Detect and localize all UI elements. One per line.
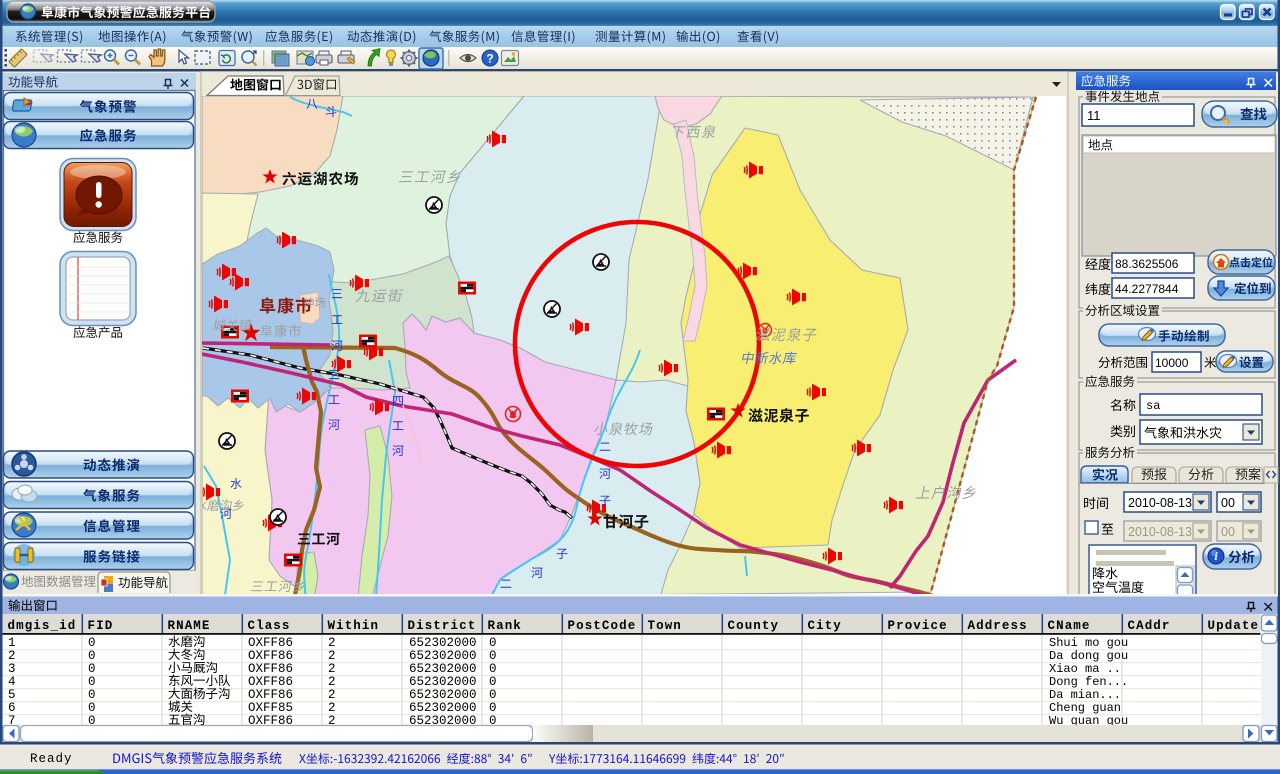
svg-text:3: 3 [8, 662, 16, 676]
svg-text:2010-08-13: 2010-08-13 [1128, 525, 1192, 539]
svg-text:0: 0 [489, 636, 497, 650]
svg-text:District: District [408, 619, 477, 633]
svg-text:Dong fen...: Dong fen... [1049, 675, 1128, 689]
svg-text:10000: 10000 [1155, 356, 1189, 370]
svg-text:Shui mo gou: Shui mo gou [1049, 636, 1128, 650]
svg-text:0: 0 [88, 675, 96, 689]
svg-text:Address: Address [968, 619, 1028, 633]
svg-text:OXFF85: OXFF85 [248, 701, 293, 715]
svg-text:0: 0 [88, 701, 96, 715]
svg-text:Town: Town [648, 619, 682, 633]
svg-text:Da dong gou: Da dong gou [1049, 649, 1128, 663]
svg-text:2: 2 [8, 649, 16, 663]
svg-text:?: ? [486, 52, 493, 66]
svg-text:44.2277844: 44.2277844 [1115, 282, 1179, 296]
svg-text:652302000: 652302000 [409, 636, 477, 650]
svg-text:652302000: 652302000 [409, 662, 477, 676]
svg-text:6: 6 [8, 701, 16, 715]
svg-text:FID: FID [88, 619, 114, 633]
svg-text:00: 00 [1221, 496, 1235, 510]
svg-text:Provice: Provice [888, 619, 948, 633]
svg-text:CAddr: CAddr [1128, 619, 1171, 633]
svg-text:OXFF86: OXFF86 [248, 688, 293, 702]
svg-text:Class: Class [248, 619, 291, 633]
svg-text:Ready: Ready [30, 752, 73, 766]
svg-text:2: 2 [328, 662, 336, 676]
svg-text:0: 0 [489, 662, 497, 676]
svg-text:0: 0 [489, 688, 497, 702]
svg-text:2: 2 [328, 688, 336, 702]
svg-text:OXFF86: OXFF86 [248, 662, 293, 676]
svg-text:0: 0 [489, 675, 497, 689]
svg-text:88.3625506: 88.3625506 [1115, 257, 1179, 271]
svg-text:652302000: 652302000 [409, 688, 477, 702]
svg-text:Within: Within [328, 619, 380, 633]
svg-text:1: 1 [8, 636, 16, 650]
svg-text:OXFF86: OXFF86 [248, 675, 293, 689]
svg-text:2: 2 [328, 675, 336, 689]
svg-text:OXFF86: OXFF86 [248, 649, 293, 663]
svg-text:2: 2 [328, 649, 336, 663]
svg-text:sa: sa [1146, 399, 1160, 413]
svg-text:652302000: 652302000 [409, 675, 477, 689]
svg-text:CName: CName [1048, 619, 1091, 633]
svg-text:0: 0 [88, 662, 96, 676]
svg-text:0: 0 [88, 636, 96, 650]
svg-text:OXFF86: OXFF86 [248, 636, 293, 650]
svg-text:5: 5 [8, 688, 16, 702]
svg-text:Rank: Rank [488, 619, 522, 633]
svg-text:00: 00 [1221, 525, 1235, 539]
svg-text:2010-08-13: 2010-08-13 [1128, 496, 1192, 510]
svg-text:RNAME: RNAME [168, 619, 211, 633]
svg-text:0: 0 [489, 701, 497, 715]
svg-text:0: 0 [489, 649, 497, 663]
svg-text:4: 4 [8, 675, 16, 689]
svg-text:PostCode: PostCode [568, 619, 637, 633]
svg-text:2: 2 [328, 636, 336, 650]
svg-text:0: 0 [88, 688, 96, 702]
svg-text:2: 2 [328, 701, 336, 715]
svg-text:0: 0 [88, 649, 96, 663]
svg-text:dmgis_id: dmgis_id [8, 619, 77, 633]
svg-text:City: City [808, 619, 842, 633]
svg-text:Update: Update [1208, 619, 1260, 633]
svg-text:11: 11 [1087, 108, 1101, 123]
svg-text:Cheng guan: Cheng guan [1049, 701, 1121, 715]
svg-text:652302000: 652302000 [409, 649, 477, 663]
svg-text:652302000: 652302000 [409, 701, 477, 715]
svg-text:Da mian...: Da mian... [1049, 688, 1121, 702]
svg-text:County: County [728, 619, 780, 633]
svg-text:Xiao ma ..: Xiao ma .. [1049, 662, 1121, 676]
